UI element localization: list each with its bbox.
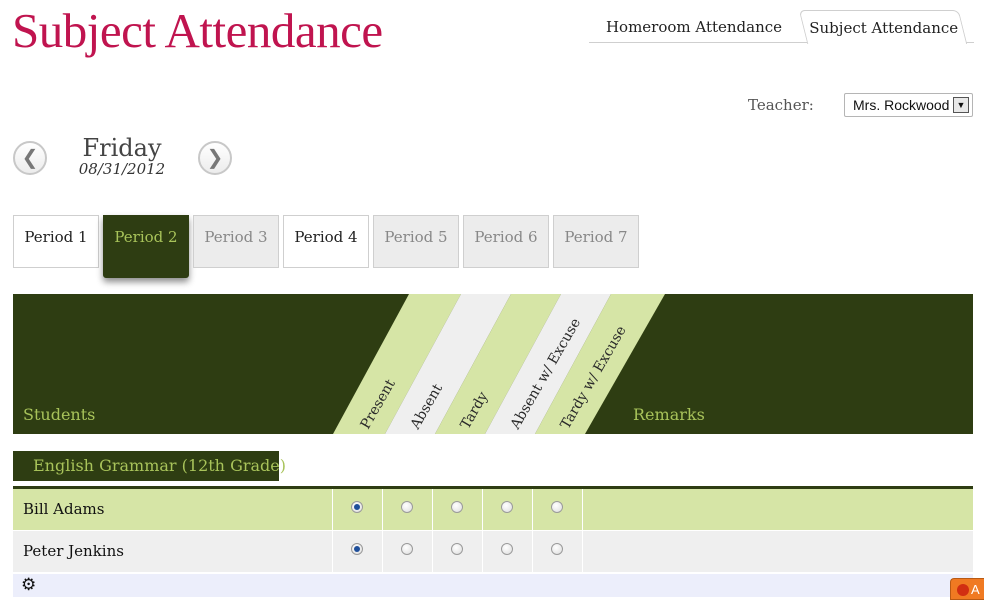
column-divider	[382, 489, 383, 530]
radio-absent-w-excuse[interactable]	[501, 501, 513, 513]
column-divider	[532, 489, 533, 530]
next-day-button[interactable]: ❯	[198, 141, 232, 175]
previous-day-button[interactable]: ❮	[13, 141, 47, 175]
teacher-select[interactable]: Mrs. Rockwood ▼	[844, 93, 973, 117]
period-tab-1[interactable]: Period 1	[13, 215, 99, 268]
top-tab-bar: Homeroom Attendance Subject Attendance	[589, 10, 974, 44]
radio-tardy-w-excuse[interactable]	[551, 543, 563, 555]
radio-tardy-w-excuse[interactable]	[551, 501, 563, 513]
column-divider	[432, 489, 433, 530]
column-divider	[332, 489, 333, 530]
student-name: Peter Jenkins	[23, 542, 124, 560]
remarks-cell[interactable]	[583, 489, 973, 530]
radio-tardy[interactable]	[451, 501, 463, 513]
radio-present[interactable]	[351, 501, 363, 513]
gear-icon[interactable]: ⚙	[21, 575, 36, 596]
column-divider	[482, 531, 483, 572]
column-divider	[382, 531, 383, 572]
column-divider	[332, 531, 333, 572]
dropdown-arrow-icon[interactable]: ▼	[953, 97, 969, 113]
day-name: Friday	[82, 134, 162, 162]
chevron-left-icon: ❮	[21, 145, 39, 169]
radio-present[interactable]	[351, 543, 363, 555]
table-row: Peter Jenkins	[13, 531, 973, 572]
student-name: Bill Adams	[23, 500, 105, 518]
column-divider	[532, 531, 533, 572]
period-tab-3[interactable]: Period 3	[193, 215, 279, 268]
status-column-header-graphic: Present Absent Tardy Absent w/ Excuse Ta…	[333, 294, 665, 434]
students-column-header: Students	[23, 405, 96, 424]
radio-tardy[interactable]	[451, 543, 463, 555]
period-tab-5[interactable]: Period 5	[373, 215, 459, 268]
widget-logo-icon	[957, 584, 969, 596]
radio-absent-w-excuse[interactable]	[501, 543, 513, 555]
teacher-selected-value: Mrs. Rockwood	[853, 97, 950, 113]
course-header: English Grammar (12th Grade)	[13, 451, 286, 481]
tab-subject-attendance-label: Subject Attendance	[808, 19, 958, 37]
period-tab-7[interactable]: Period 7	[553, 215, 639, 268]
period-tab-2[interactable]: Period 2	[103, 215, 189, 278]
page-title: Subject Attendance	[12, 3, 383, 58]
remarks-cell[interactable]	[583, 531, 973, 572]
table-footer: ⚙	[13, 574, 973, 597]
corner-badge-text: A	[971, 582, 980, 597]
column-divider	[482, 489, 483, 530]
radio-absent[interactable]	[401, 501, 413, 513]
day-date: 08/31/2012	[78, 160, 166, 178]
chevron-right-icon: ❯	[206, 145, 224, 169]
column-divider	[432, 531, 433, 572]
tab-homeroom-attendance[interactable]: Homeroom Attendance	[589, 10, 799, 44]
attendance-table-header: Present Absent Tardy Absent w/ Excuse Ta…	[13, 294, 973, 434]
period-tab-6[interactable]: Period 6	[463, 215, 549, 268]
period-tab-4[interactable]: Period 4	[283, 215, 369, 268]
tab-subject-attendance[interactable]: Subject Attendance	[798, 10, 968, 44]
table-row: Bill Adams	[13, 489, 973, 530]
radio-absent[interactable]	[401, 543, 413, 555]
remarks-column-header: Remarks	[633, 405, 705, 424]
corner-widget-button[interactable]: A	[950, 578, 984, 600]
teacher-label: Teacher:	[748, 96, 814, 114]
